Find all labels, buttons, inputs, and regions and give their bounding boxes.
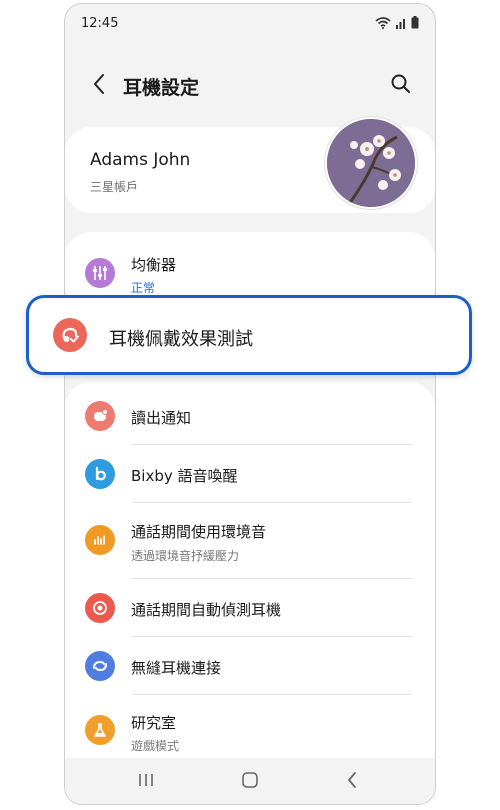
list-item[interactable]: 讀出通知 <box>65 387 435 445</box>
item-label: 讀出通知 <box>131 409 192 427</box>
back-nav-button[interactable] <box>337 768 367 792</box>
fit-test-row-highlighted[interactable]: 耳機佩戴效果測試 <box>26 295 472 375</box>
item-label: 通話期間使用環境音 <box>131 523 267 541</box>
status-icons <box>375 16 419 29</box>
back-button[interactable] <box>87 70 111 98</box>
system-nav-bar <box>65 758 435 804</box>
list-item[interactable]: 無縫耳機連接 <box>65 637 435 695</box>
notification-read-icon <box>85 401 115 431</box>
earbud-fit-test-icon <box>53 318 87 352</box>
item-label: 無縫耳機連接 <box>131 659 222 677</box>
chevron-left-icon <box>94 74 104 94</box>
search-button[interactable] <box>389 72 413 96</box>
bixby-icon <box>85 459 115 489</box>
detect-earbuds-icon <box>85 593 115 623</box>
equalizer-label: 均衡器 <box>131 256 177 274</box>
list-item[interactable]: 通話期間使用環境音 透過環境音抒緩壓力 <box>65 503 435 579</box>
page-title: 耳機設定 <box>123 77 200 99</box>
item-label: 通話期間自動偵測耳機 <box>131 601 282 619</box>
equalizer-value: 正常 <box>131 281 156 295</box>
equalizer-row[interactable]: 均衡器 正常 <box>65 243 435 301</box>
fit-test-label: 耳機佩戴效果測試 <box>109 329 253 350</box>
labs-flask-icon <box>85 715 115 745</box>
item-label: Bixby 語音喚醒 <box>131 467 238 485</box>
status-bar: 12:45 <box>81 14 419 34</box>
home-button[interactable] <box>235 768 265 792</box>
item-label: 研究室 <box>131 714 177 732</box>
wifi-icon <box>375 16 391 29</box>
search-icon <box>391 74 410 93</box>
signal-icon <box>396 18 405 29</box>
ambient-sound-icon <box>85 525 115 555</box>
chevron-left-icon <box>348 772 356 788</box>
list-item[interactable]: 研究室 遊戲模式 <box>65 695 435 767</box>
app-header: 耳機設定 <box>65 66 435 106</box>
list-item[interactable]: Bixby 語音喚醒 <box>65 445 435 503</box>
battery-icon <box>411 16 419 29</box>
avatar[interactable] <box>325 117 417 209</box>
phone-frame: 12:45 耳機設定 Adams John 三星帳戶 均衡器 正常 讀出通知 B… <box>64 3 436 805</box>
avatar-image <box>327 119 415 207</box>
status-time: 12:45 <box>81 16 119 31</box>
equalizer-icon <box>85 258 115 288</box>
recents-icon <box>139 774 153 786</box>
account-name: Adams John <box>90 150 191 170</box>
account-card[interactable]: Adams John 三星帳戶 <box>65 117 435 213</box>
list-item[interactable]: 通話期間自動偵測耳機 <box>65 579 435 637</box>
item-sub: 遊戲模式 <box>131 739 180 753</box>
seamless-connection-icon <box>85 651 115 681</box>
settings-list: 讀出通知 Bixby 語音喚醒 通話期間使用環境音 透過環境音抒緩壓力 通話期間… <box>65 382 435 804</box>
account-subtitle: 三星帳戶 <box>90 180 139 194</box>
item-sub: 透過環境音抒緩壓力 <box>131 549 240 563</box>
recents-button[interactable] <box>131 768 161 792</box>
home-icon <box>242 772 258 788</box>
